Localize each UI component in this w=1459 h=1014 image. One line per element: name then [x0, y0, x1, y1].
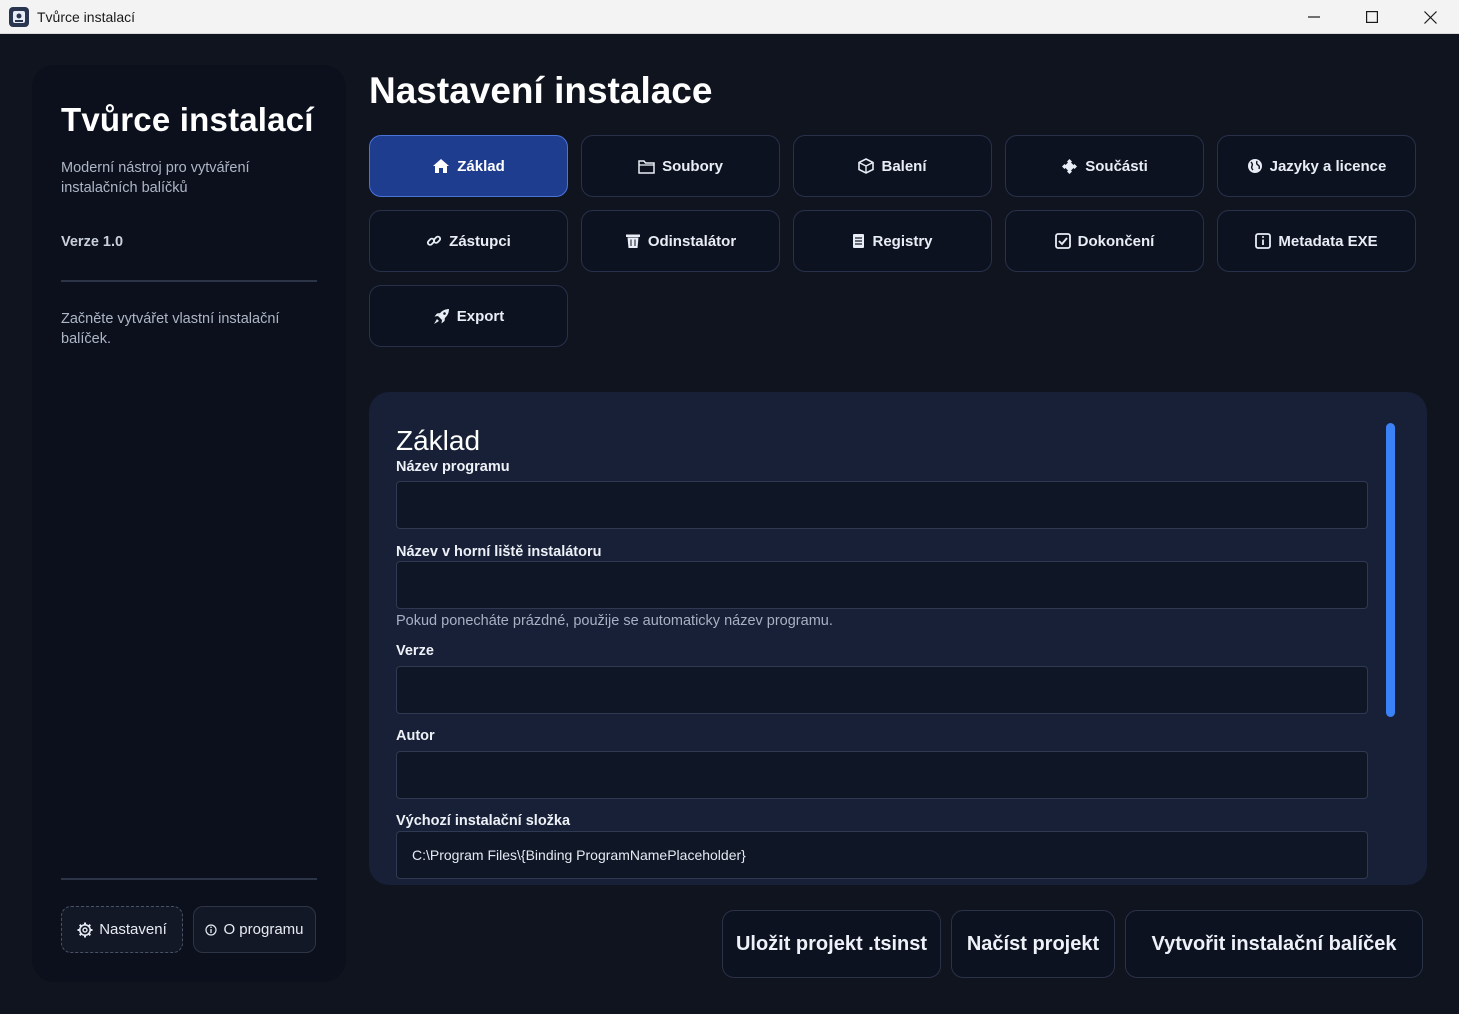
tab-soubory[interactable]: Soubory [581, 135, 780, 197]
sidebar-divider-bottom [61, 878, 317, 880]
home-icon [433, 159, 450, 173]
sidebar-divider-top [61, 280, 317, 282]
rocket-icon [433, 308, 449, 324]
settings-card: Základ Název programu Název v horní lišt… [369, 392, 1427, 885]
tab-label: Jazyky a licence [1269, 157, 1387, 175]
settings-button-label: Nastavení [99, 921, 167, 938]
window-titlebar: Tvůrce instalací [0, 0, 1459, 34]
tab-zaklad[interactable]: Základ [369, 135, 568, 197]
sidebar: Tvůrce instalací Moderní nástroj pro vyt… [32, 65, 346, 982]
tab-label: Export [456, 307, 505, 325]
info-icon [1255, 233, 1272, 249]
sidebar-title: Tvůrce instalací [61, 101, 314, 138]
tab-baleni[interactable]: Balení [793, 135, 992, 197]
about-button-label: O programu [223, 921, 304, 938]
info-circle-icon [205, 923, 218, 936]
close-button[interactable] [1401, 0, 1459, 34]
version-label: Verze 1.0 [61, 234, 124, 250]
titlebar-name-label: Název v horní liště instalátoru [396, 544, 602, 560]
author-input[interactable] [396, 751, 1368, 799]
minimize-button[interactable] [1285, 0, 1343, 34]
tab-dokonceni[interactable]: Dokončení [1005, 210, 1204, 272]
tab-export[interactable]: Export [369, 285, 568, 347]
about-button[interactable]: O programu [193, 906, 316, 953]
save-project-button[interactable]: Uložit projekt .tsinst [722, 910, 941, 978]
titlebar-name-hint: Pokud ponecháte prázdné, použije se auto… [396, 613, 833, 629]
puzzle-icon [1062, 158, 1078, 174]
tab-soucasti[interactable]: Součásti [1005, 135, 1204, 197]
tab-label: Metadata EXE [1278, 232, 1378, 250]
install-folder-input[interactable]: C:\Program Files\{Binding ProgramNamePla… [396, 831, 1368, 879]
tab-label: Zástupci [449, 232, 511, 250]
maximize-icon [1366, 11, 1378, 23]
minimize-icon [1308, 16, 1320, 18]
section-title: Základ [396, 425, 481, 456]
load-project-button[interactable]: Načíst projekt [951, 910, 1115, 978]
version-input[interactable] [396, 666, 1368, 714]
program-name-label: Název programu [396, 459, 510, 475]
settings-button[interactable]: Nastavení [61, 906, 183, 953]
package-icon [858, 158, 875, 174]
tab-label: Odinstalátor [647, 232, 737, 250]
window-title: Tvůrce instalací [37, 8, 136, 25]
tab-zastupci[interactable]: Zástupci [369, 210, 568, 272]
tab-label: Dokončení [1077, 232, 1155, 250]
maximize-button[interactable] [1343, 0, 1401, 34]
document-icon [853, 234, 865, 248]
tab-label: Registry [872, 232, 933, 250]
page-title: Nastavení instalace [369, 70, 713, 111]
close-icon [1423, 10, 1437, 24]
tab-jazyky-a-licence[interactable]: Jazyky a licence [1217, 135, 1416, 197]
trash-icon [625, 234, 640, 248]
sidebar-description: Moderní nástroj pro vytváření instalační… [61, 160, 250, 196]
author-label: Autor [396, 728, 435, 744]
sidebar-start-text: Začněte vytvářet vlastní instalační balí… [61, 311, 280, 347]
tab-label: Základ [457, 157, 505, 175]
version-field-label: Verze [396, 643, 434, 659]
program-name-input[interactable] [396, 481, 1368, 529]
tab-metadata-exe[interactable]: Metadata EXE [1217, 210, 1416, 272]
tab-label: Součásti [1085, 157, 1148, 175]
checkbox-icon [1054, 233, 1071, 249]
create-installer-button[interactable]: Vytvořit instalační balíček [1125, 910, 1423, 978]
install-folder-label: Výchozí instalační složka [396, 813, 571, 829]
globe-icon [1247, 159, 1262, 173]
scrollbar-thumb[interactable] [1386, 423, 1395, 717]
titlebar-name-input[interactable] [396, 561, 1368, 609]
tab-label: Soubory [662, 157, 723, 175]
gear-icon [77, 922, 93, 937]
tab-label: Balení [881, 157, 927, 175]
tab-odinstalator[interactable]: Odinstalátor [581, 210, 780, 272]
tab-registry[interactable]: Registry [793, 210, 992, 272]
link-icon [427, 235, 442, 246]
app-icon [9, 6, 29, 27]
folder-icon [638, 159, 655, 174]
